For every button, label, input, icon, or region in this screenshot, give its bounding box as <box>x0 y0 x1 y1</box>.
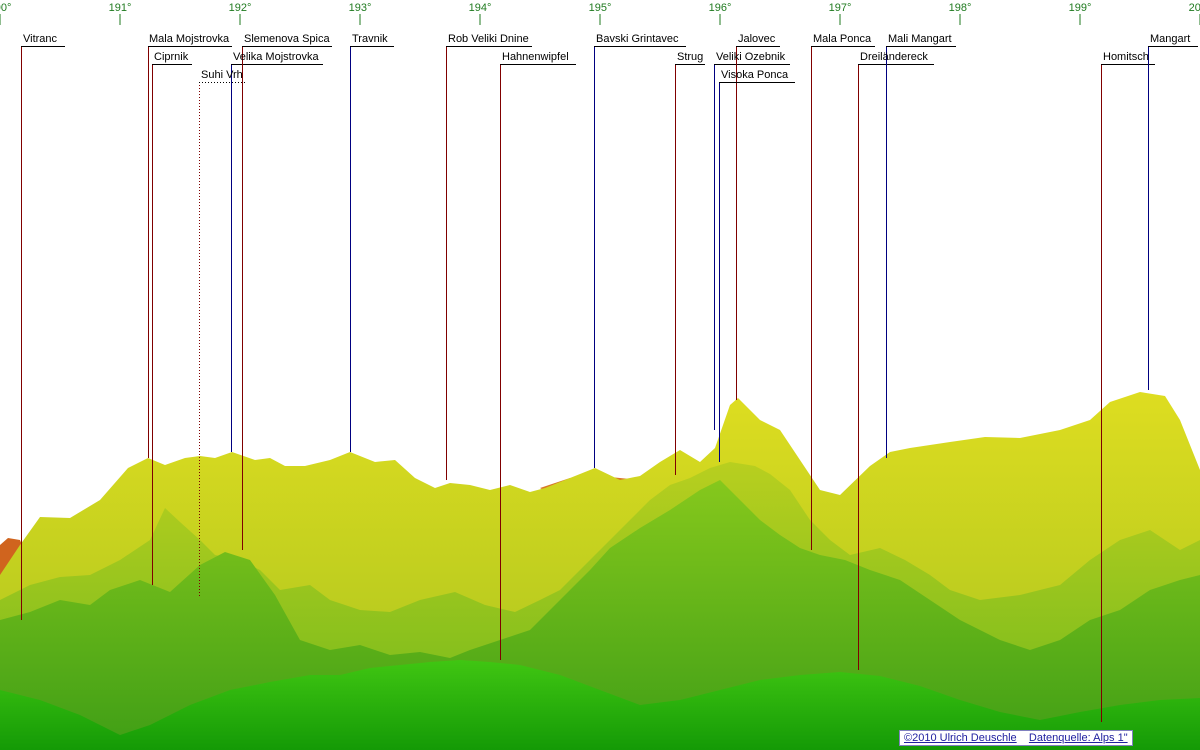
compass-tick-label: 193° <box>349 2 372 14</box>
peak-label: Dreiländereck <box>860 51 928 63</box>
peak-label: Bavski Grintavec <box>596 33 679 45</box>
peak-label: Mala Ponca <box>813 33 872 45</box>
peak-label: Travnik <box>352 33 388 45</box>
compass-tick-label: 197° <box>829 2 852 14</box>
peak-label: Mali Mangart <box>888 33 952 45</box>
peak-label: Slemenova Spica <box>244 33 330 45</box>
credit-bar[interactable]: ©2010 Ulrich Deuschle Datenquelle: Alps … <box>899 730 1133 746</box>
peak-label: Rob Veliki Dnine <box>448 33 529 45</box>
peak-label: Velika Mojstrovka <box>233 51 319 63</box>
compass-tick-label: 196° <box>709 2 732 14</box>
compass-ticks: 190° 191° 192° 193° 194° 195° 196° 197° 198° 199°… <box>0 2 1200 25</box>
compass-tick-label: 199° <box>1069 2 1092 14</box>
peak-label: Hahnenwipfel <box>502 51 569 63</box>
panorama-canvas: 190° 191° 192° 193° 194° 195° 196° 197° 198° 199°… <box>0 2 1200 750</box>
peak-label: Mala Mojstrovka <box>149 33 230 45</box>
data-source-link[interactable]: Datenquelle: Alps 1" <box>1029 732 1128 744</box>
author-credit-link[interactable]: ©2010 Ulrich Deuschle <box>904 732 1017 744</box>
peak-label: Jalovec <box>738 33 776 45</box>
compass-tick-label: 200° <box>1189 2 1200 14</box>
peak-label: Mangart <box>1150 33 1191 45</box>
peak-label: Veliki Ozebnik <box>716 51 786 63</box>
compass-tick-label: 194° <box>469 2 492 14</box>
peak-label: Strug <box>677 51 704 63</box>
peak-label: Suhi Vrh <box>201 69 243 81</box>
compass-tick-label: 198° <box>949 2 972 14</box>
peak-label: Homitsch <box>1103 51 1149 63</box>
peak-label: Ciprnik <box>154 51 189 63</box>
peak-label: Vitranc <box>23 33 58 45</box>
compass-tick-label: 190° <box>0 2 11 14</box>
compass-tick-label: 192° <box>229 2 252 14</box>
compass-tick-label: 191° <box>109 2 132 14</box>
peak-label: Visoka Ponca <box>721 69 789 81</box>
compass-tick-label: 195° <box>589 2 612 14</box>
